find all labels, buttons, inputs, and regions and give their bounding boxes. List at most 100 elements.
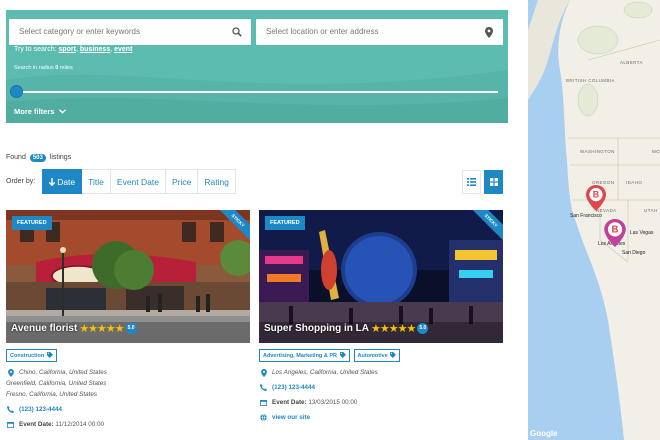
keyword-placeholder: Select category or enter keywords: [19, 27, 140, 36]
bitcoin-icon[interactable]: B: [604, 219, 626, 247]
radius-unit: miles: [59, 65, 73, 71]
listing-title-bar: Super Shopping in LA ★★★★★ 5.0: [264, 322, 429, 335]
listing-details: Los Angeles, California, United States (…: [259, 367, 503, 423]
search-panel: Select category or enter keywords Select…: [6, 10, 508, 123]
listing-image[interactable]: FEATURED STICKY Avenue florist ★★★★★ 5.0: [6, 210, 250, 343]
sort-date-button[interactable]: Date: [42, 169, 83, 194]
grid-view-button[interactable]: [484, 170, 503, 194]
map-label-british-columbia: BRITISH COLUMBIA: [566, 78, 615, 83]
suggestion-sport-link[interactable]: sport: [58, 46, 76, 53]
listing-details: Chino, California, United States Greenfi…: [6, 367, 250, 430]
suggestion-event-link[interactable]: event: [114, 46, 132, 53]
found-suffix: listings: [49, 154, 72, 161]
map-attribution: Google: [530, 429, 558, 438]
list-icon: [467, 178, 476, 186]
map-label-montana: MO: [652, 149, 660, 154]
category-tags: Advertising, Marketing & PR Automotive: [259, 349, 503, 362]
sort-price-button[interactable]: Price: [165, 169, 199, 194]
event-date-label: Event Date:: [272, 399, 307, 406]
location-search-input[interactable]: Select location or enter address: [256, 19, 503, 45]
tag-icon: [339, 352, 346, 358]
category-tags: Construction: [6, 349, 250, 362]
map-city-san-francisco: San Francisco: [570, 213, 602, 219]
address-line: Greenfield, California, United States: [6, 380, 107, 387]
bitcoin-icon[interactable]: B: [586, 185, 606, 211]
tag-icon: [390, 352, 397, 358]
try-prefix: Try to search:: [14, 46, 57, 53]
listing-title[interactable]: Super Shopping in LA: [264, 323, 369, 334]
map-canvas: [528, 0, 660, 440]
sort-event-date-button[interactable]: Event Date: [110, 169, 166, 194]
address-row: Fresno, California, United States: [6, 389, 250, 400]
more-filters-label: More filters: [14, 107, 55, 116]
tag-icon: [46, 352, 53, 358]
location-placeholder: Select location or enter address: [266, 27, 379, 36]
svg-text:B: B: [593, 190, 600, 200]
calendar-icon: [6, 421, 15, 428]
event-date-label: Event Date:: [19, 421, 54, 428]
event-date-value: 13/03/2015 00:00: [308, 399, 358, 406]
rating-badge: 5.0: [417, 323, 429, 334]
star-rating: ★★★★★: [79, 323, 124, 335]
order-by-bar: Order by: Date Title Event Date Price Ra…: [6, 169, 236, 194]
found-prefix: Found: [6, 154, 26, 161]
map-label-idaho: IDAHO: [626, 180, 643, 185]
category-tag[interactable]: Advertising, Marketing & PR: [259, 349, 350, 362]
category-tag[interactable]: Automotive: [353, 349, 401, 362]
list-view-button[interactable]: [462, 170, 481, 194]
location-pin-icon: [6, 368, 15, 377]
map-label-alberta: ALBERTA: [620, 60, 643, 65]
grid-icon: [489, 178, 498, 186]
arrow-down-icon: [48, 178, 56, 187]
event-date-row: Event Date: 13/03/2015 00:00: [259, 397, 503, 408]
suggestion-business-link[interactable]: business: [80, 46, 110, 53]
address-row: Greenfield, California, United States: [6, 378, 250, 389]
search-icon[interactable]: [231, 19, 243, 45]
map-panel[interactable]: ALBERTA BRITISH COLUMBIA WASHINGTON MO O…: [528, 0, 660, 440]
phone-link[interactable]: (123) 123-4444: [272, 382, 315, 393]
website-link[interactable]: view our site: [272, 412, 310, 423]
keyword-search-input[interactable]: Select category or enter keywords: [9, 19, 251, 45]
listing-image[interactable]: FEATURED STICKY Super Shopping in LA ★★★…: [259, 210, 503, 343]
address-line: Chino, California, United States: [19, 369, 107, 376]
order-by-label: Order by:: [6, 178, 36, 185]
location-pin-icon[interactable]: [483, 19, 495, 45]
listing-card[interactable]: FEATURED STICKY Super Shopping in LA ★★★…: [259, 210, 503, 423]
listing-title[interactable]: Avenue florist: [11, 323, 77, 334]
page: Select category or enter keywords Select…: [0, 0, 660, 440]
sort-title-button[interactable]: Title: [82, 169, 111, 194]
listing-card[interactable]: FEATURED STICKY Avenue florist ★★★★★ 5.0…: [6, 210, 250, 430]
sort-rating-button[interactable]: Rating: [198, 169, 236, 194]
search-suggestions: Try to search: sport, business, event: [14, 46, 133, 53]
more-filters-toggle[interactable]: More filters: [14, 107, 66, 116]
map-label-utah: UTAH: [644, 208, 658, 213]
address-row: Los Angeles, California, United States: [259, 367, 503, 378]
address-line: Fresno, California, United States: [6, 391, 97, 398]
address-row: Chino, California, United States: [6, 367, 250, 378]
address-line: Los Angeles, California, United States: [272, 369, 378, 376]
map-city-san-diego: San Diego: [622, 250, 646, 256]
website-row: view our site: [259, 412, 503, 423]
category-tag[interactable]: Construction: [6, 349, 57, 362]
star-rating: ★★★★★: [371, 323, 416, 335]
radius-slider-track[interactable]: [16, 91, 498, 93]
phone-icon: [6, 406, 15, 413]
calendar-icon: [259, 399, 268, 406]
phone-row: (123) 123-4444: [6, 404, 250, 415]
phone-link[interactable]: (123) 123-4444: [19, 404, 62, 415]
chevron-down-icon: [58, 109, 66, 114]
radius-slider-handle[interactable]: [10, 85, 23, 98]
radius-prefix: Search in radius: [14, 65, 54, 71]
event-date-row: Event Date: 11/12/2014 00:00: [6, 419, 250, 430]
phone-icon: [259, 384, 268, 391]
map-label-washington: WASHINGTON: [580, 149, 615, 154]
event-date-value: 11/12/2014 00:00: [55, 421, 104, 428]
featured-badge: FEATURED: [265, 216, 305, 230]
location-pin-icon: [259, 368, 268, 377]
svg-text:B: B: [612, 225, 619, 236]
featured-badge: FEATURED: [12, 216, 52, 230]
rating-badge: 5.0: [125, 323, 137, 334]
radius-value: 0: [55, 65, 59, 71]
radius-readout: Search in radius 0 miles: [14, 65, 73, 71]
results-count: Found 503 listings: [6, 154, 71, 162]
